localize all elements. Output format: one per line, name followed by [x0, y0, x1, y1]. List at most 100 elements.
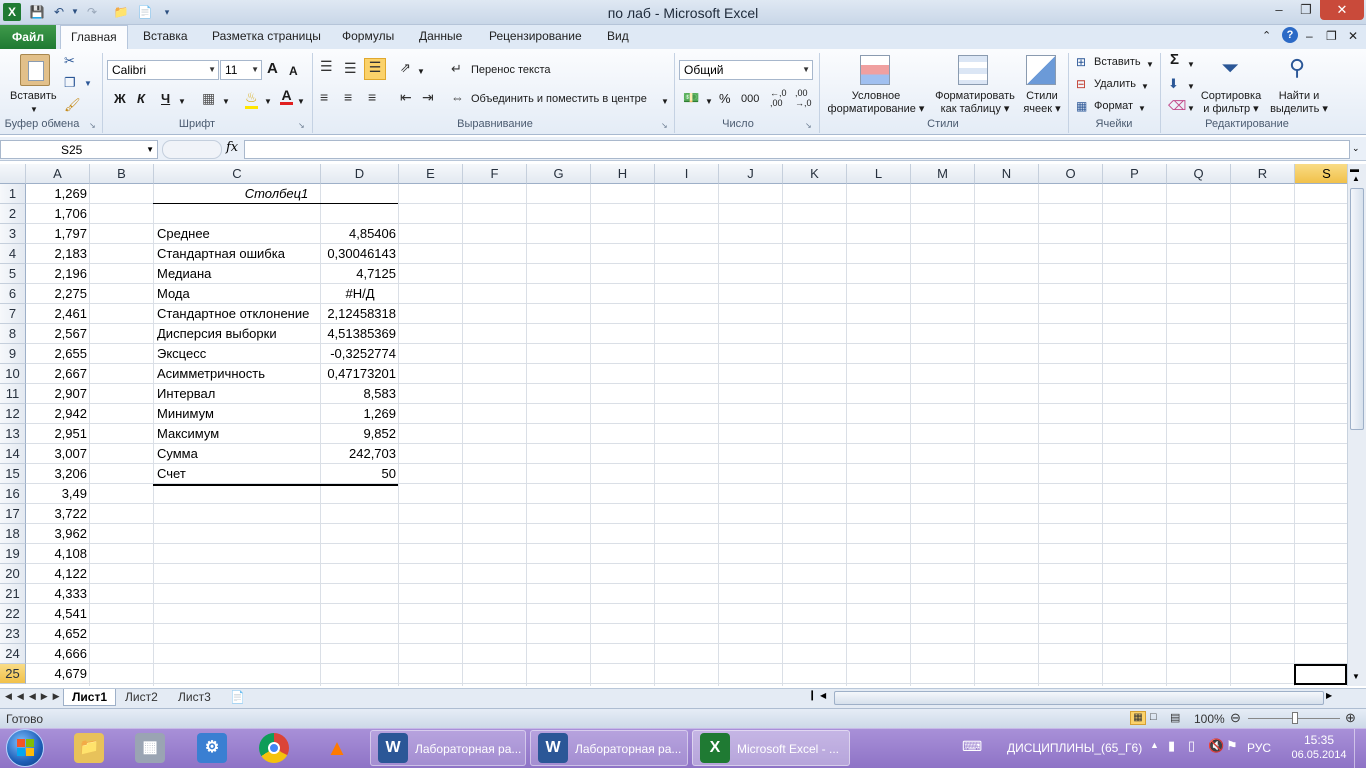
stats-value-cell[interactable]: 0,47173201: [324, 364, 396, 384]
sheet-tab-1[interactable]: Лист1: [63, 689, 117, 706]
minimize-button[interactable]: –: [1265, 0, 1293, 20]
scroll-right-icon[interactable]: ▶: [1326, 691, 1332, 700]
cell-a17[interactable]: 3,722: [29, 504, 87, 524]
font-size-combo[interactable]: 11 ▼: [220, 60, 262, 80]
conditional-format-icon[interactable]: [860, 55, 890, 85]
currency-dropdown-icon[interactable]: ▼: [705, 95, 713, 108]
help-icon[interactable]: ?: [1282, 27, 1298, 43]
cell-a4[interactable]: 2,183: [29, 244, 87, 264]
minimize-ribbon-icon[interactable]: ⌃: [1262, 29, 1271, 42]
stats-value-cell[interactable]: 1,269: [324, 404, 396, 424]
column-header-o[interactable]: O: [1039, 164, 1103, 184]
zoom-in-icon[interactable]: ⊕: [1345, 710, 1356, 726]
delete-dropdown-icon[interactable]: ▼: [1141, 80, 1149, 93]
row-header-12[interactable]: 12: [0, 404, 26, 424]
column-header-j[interactable]: J: [719, 164, 783, 184]
insert-function-icon[interactable]: fx: [226, 140, 238, 155]
vertical-scroll-thumb[interactable]: [1350, 188, 1364, 430]
zoom-level[interactable]: 100%: [1194, 712, 1225, 726]
tab-home[interactable]: Главная: [60, 25, 128, 50]
tab-insert[interactable]: Вставка: [143, 29, 188, 43]
stats-label-cell[interactable]: Дисперсия выборки: [157, 324, 318, 344]
column-header-n[interactable]: N: [975, 164, 1039, 184]
stats-value-cell[interactable]: -0,3252774: [324, 344, 396, 364]
stats-header-cell[interactable]: Столбец1: [154, 184, 399, 204]
cell-a14[interactable]: 3,007: [29, 444, 87, 464]
stats-value-cell[interactable]: 50: [324, 464, 396, 484]
clear-dropdown-icon[interactable]: ▼: [1187, 102, 1195, 115]
sheet-tab-2[interactable]: Лист2: [117, 689, 166, 706]
tab-page-layout[interactable]: Разметка страницы: [212, 29, 321, 43]
italic-button[interactable]: К: [137, 92, 145, 105]
thousands-button[interactable]: 000: [741, 93, 759, 106]
merge-center-icon[interactable]: ⇔: [451, 90, 464, 105]
explorer-icon[interactable]: 📁: [74, 733, 104, 763]
row-header-3[interactable]: 3: [0, 224, 26, 244]
stats-label-cell[interactable]: Среднее: [157, 224, 318, 244]
cell-a7[interactable]: 2,461: [29, 304, 87, 324]
font-color-dropdown-icon[interactable]: ▼: [297, 95, 305, 108]
show-desktop-button[interactable]: [1354, 729, 1366, 768]
column-header-l[interactable]: L: [847, 164, 911, 184]
column-header-q[interactable]: Q: [1167, 164, 1231, 184]
underline-dropdown-icon[interactable]: ▼: [178, 95, 186, 108]
font-color-button[interactable]: A: [280, 88, 293, 105]
format-cells-button[interactable]: Формат: [1094, 100, 1133, 113]
clock-time[interactable]: 15:35: [1300, 733, 1338, 747]
insert-cells-icon[interactable]: ⊞: [1076, 55, 1086, 69]
format-as-table-icon[interactable]: [958, 55, 988, 85]
language-indicator[interactable]: РУС: [1247, 741, 1271, 755]
tab-formulas[interactable]: Формулы: [342, 29, 394, 43]
sheet-tab-3[interactable]: Лист3: [170, 689, 219, 706]
stats-value-cell[interactable]: 242,703: [324, 444, 396, 464]
split-handle-icon[interactable]: ▬: [1350, 164, 1359, 174]
row-header-11[interactable]: 11: [0, 384, 26, 404]
merge-dropdown-icon[interactable]: ▼: [661, 95, 669, 108]
row-header-17[interactable]: 17: [0, 504, 26, 524]
column-header-p[interactable]: P: [1103, 164, 1167, 184]
shrink-font-button[interactable]: A: [289, 65, 298, 78]
stats-label-cell[interactable]: Максимум: [157, 424, 318, 444]
clock-date[interactable]: 06.05.2014: [1290, 749, 1348, 761]
chrome-icon[interactable]: [259, 733, 289, 763]
fill-dropdown-icon[interactable]: ▼: [1187, 80, 1195, 93]
horizontal-scroll-thumb[interactable]: [834, 691, 1324, 705]
wrap-text-icon[interactable]: ↵: [451, 61, 462, 77]
paste-dropdown-icon[interactable]: ▼: [30, 103, 38, 116]
row-header-22[interactable]: 22: [0, 604, 26, 624]
network-icon[interactable]: ⚙: [197, 733, 227, 763]
row-header-7[interactable]: 7: [0, 304, 26, 324]
tab-review[interactable]: Рецензирование: [489, 29, 582, 43]
column-header-e[interactable]: E: [399, 164, 463, 184]
vertical-scrollbar[interactable]: ▬ ▲ ▼: [1347, 164, 1366, 686]
tab-view[interactable]: Вид: [607, 29, 629, 43]
stats-value-cell[interactable]: 9,852: [324, 424, 396, 444]
align-middle-icon[interactable]: ☰: [344, 60, 357, 77]
start-button[interactable]: [6, 729, 44, 767]
row-header-8[interactable]: 8: [0, 324, 26, 344]
cell-a19[interactable]: 4,108: [29, 544, 87, 564]
binoculars-icon[interactable]: ⚲: [1282, 55, 1312, 85]
autosum-button[interactable]: Σ: [1170, 52, 1179, 67]
stats-label-cell[interactable]: Счет: [157, 464, 318, 484]
paste-button[interactable]: Вставить: [10, 90, 57, 103]
stats-label-cell[interactable]: Мода: [157, 284, 318, 304]
cell-a5[interactable]: 2,196: [29, 264, 87, 284]
vlc-icon[interactable]: ▲: [322, 733, 352, 763]
orientation-dropdown-icon[interactable]: ▼: [417, 65, 425, 78]
volume-muted-icon[interactable]: 🔇: [1208, 738, 1224, 754]
cell-styles-icon[interactable]: [1026, 55, 1056, 85]
align-right-icon[interactable]: ≡: [368, 89, 376, 105]
column-header-b[interactable]: B: [90, 164, 154, 184]
row-header-25[interactable]: 25: [0, 664, 26, 684]
insert-dropdown-icon[interactable]: ▼: [1146, 58, 1154, 71]
font-launcher-icon[interactable]: ↘: [298, 121, 305, 130]
stats-label-cell[interactable]: Стандартное отклонение: [157, 304, 318, 324]
cell-a2[interactable]: 1,706: [29, 204, 87, 224]
row-header-24[interactable]: 24: [0, 644, 26, 664]
keyboard-icon[interactable]: ⌨: [962, 738, 982, 755]
insert-cells-button[interactable]: Вставить: [1094, 56, 1141, 69]
column-header-m[interactable]: M: [911, 164, 975, 184]
percent-button[interactable]: %: [719, 92, 731, 105]
close-button[interactable]: ✕: [1320, 0, 1364, 20]
